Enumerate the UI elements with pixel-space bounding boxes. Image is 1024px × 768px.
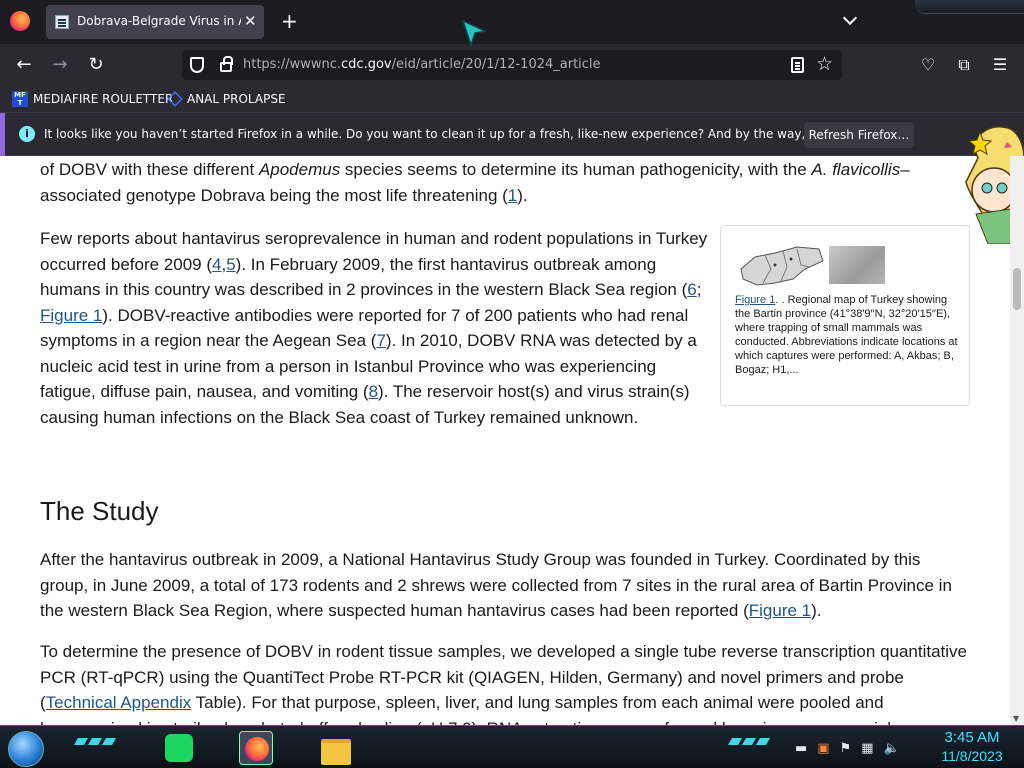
refresh-firefox-button[interactable]: Refresh Firefox… (804, 122, 914, 148)
regional-map-thumbnail[interactable] (735, 239, 827, 291)
back-arrow-icon[interactable]: ← (13, 54, 35, 76)
tray-app-icon[interactable]: ▣ (817, 741, 829, 756)
text: of DOBV with these different (40, 160, 259, 179)
page-content: of DOBV with these different Apodemus sp… (0, 156, 1010, 725)
clock-date: 11/8/2023 (941, 748, 1003, 764)
bookmark-mediafire[interactable]: MF T MEDIAFIRE ROULETTER (12, 90, 173, 108)
screen: Dobrava-Belgrade Virus in Apodemus ✕ + ←… (0, 0, 1024, 768)
system-clock[interactable]: 3:45 AM 11/8/2023 (932, 729, 1012, 765)
theme-decoration (915, 0, 1024, 14)
species-name: A. flavicollis (811, 160, 901, 179)
lock-icon[interactable] (220, 56, 233, 72)
paragraph-3: After the hantavirus outbreak in 2009, a… (40, 547, 970, 624)
menu-hamburger-icon[interactable]: ☰ (989, 54, 1011, 76)
figure-caption: Figure 1. . Regional map of Turkey showi… (735, 293, 959, 377)
url-prefix: https://wwwnc. (243, 57, 342, 72)
tracking-protection-shield-icon[interactable] (190, 57, 204, 73)
forward-arrow-icon[interactable]: → (49, 54, 71, 76)
firefox-logo-icon[interactable] (10, 11, 30, 31)
bookmark-star-icon[interactable]: ☆ (816, 53, 833, 75)
new-tab-button[interactable]: + (281, 10, 298, 32)
navigation-toolbar: ← → ↻ https://wwwnc.cdc.gov/eid/article/… (0, 44, 1024, 86)
bookmark-label: ANAL PROLAPSE (187, 92, 286, 106)
paragraph-2: Few reports about hantavirus seroprevale… (40, 226, 712, 430)
action-center-flag-icon[interactable]: ⚑ (840, 741, 852, 756)
url-path: /eid/article/20/1/12-1024_article (391, 57, 601, 72)
extensions-puzzle-icon[interactable]: ⧉ (953, 54, 975, 76)
site-favicon-icon (55, 15, 69, 29)
reference-link[interactable]: 6 (687, 280, 696, 299)
technical-appendix-link[interactable]: Technical Appendix (46, 693, 192, 712)
scrollbar-thumb[interactable] (1013, 268, 1021, 310)
start-button[interactable] (8, 731, 44, 767)
taskbar-decoration (727, 738, 771, 746)
spotify-app-icon[interactable] (162, 731, 196, 765)
url-domain: cdc.gov (341, 57, 392, 72)
reference-link[interactable]: 1 (508, 186, 517, 205)
system-tray: ▬ ▣ ⚑ ▦ 🔈 (795, 738, 925, 758)
mediafire-favicon-icon: MF T (12, 91, 28, 107)
vertical-scrollbar[interactable]: ▼ (1010, 156, 1024, 725)
reference-link[interactable]: 5 (226, 255, 235, 274)
pocket-icon[interactable]: ♡ (917, 54, 939, 76)
list-all-tabs-chevron-icon[interactable] (843, 12, 857, 26)
bookmark-label: MEDIAFIRE ROULETTER (33, 92, 174, 106)
text: ; (696, 280, 702, 299)
figure-1-card[interactable]: Figure 1. . Regional map of Turkey showi… (720, 225, 970, 406)
genus-name: Apodemus (258, 160, 341, 179)
text: ). (811, 601, 822, 620)
text: ). (517, 185, 528, 205)
volume-icon[interactable]: 🔈 (884, 741, 900, 756)
figure-link[interactable]: Figure 1 (40, 306, 102, 325)
network-icon[interactable]: ▦ (861, 741, 873, 756)
tab-strip: Dobrava-Belgrade Virus in Apodemus ✕ + (0, 0, 1024, 44)
file-explorer-icon[interactable] (318, 731, 352, 765)
paragraph-4: To determine the presence of DOBV in rod… (40, 639, 970, 725)
taskbar-decoration (73, 738, 117, 746)
bookmarks-toolbar: MF T MEDIAFIRE ROULETTER ANAL PROLAPSE (0, 86, 1024, 112)
paragraph-1: of DOBV with these different Apodemus sp… (40, 157, 970, 208)
reference-link[interactable]: 8 (369, 382, 378, 401)
clock-time: 3:45 AM (944, 729, 1000, 746)
caption-text: . . Regional map of Turkey showing the B… (735, 294, 958, 376)
tray-expand-icon[interactable]: ▬ (795, 741, 807, 756)
notification-text: It looks like you haven’t started Firefo… (44, 127, 900, 141)
tab-active[interactable]: Dobrava-Belgrade Virus in Apodemus ✕ (46, 5, 264, 39)
reader-view-icon[interactable] (791, 57, 804, 73)
address-bar[interactable]: https://wwwnc.cdc.gov/eid/article/20/1/1… (182, 50, 842, 80)
reload-icon[interactable]: ↻ (85, 54, 107, 76)
bookmark-second[interactable]: ANAL PROLAPSE (167, 90, 286, 108)
bookmark-favicon-icon (167, 91, 183, 107)
section-heading: The Study (40, 496, 159, 526)
text: species seems to determine its human pat… (340, 160, 812, 179)
turkey-map-thumbnail[interactable] (829, 246, 885, 284)
mouse-cursor-icon (461, 19, 487, 47)
figure-caption-link[interactable]: Figure 1 (735, 294, 775, 306)
figure-link[interactable]: Figure 1 (749, 601, 811, 620)
url-text[interactable]: https://wwwnc.cdc.gov/eid/article/20/1/1… (243, 57, 601, 72)
refresh-firefox-notification: i It looks like you haven’t started Fire… (0, 112, 1024, 157)
reference-link[interactable]: 7 (376, 331, 385, 350)
taskbar: ▬ ▣ ⚑ ▦ 🔈 3:45 AM 11/8/2023 (0, 725, 1024, 768)
tab-title: Dobrava-Belgrade Virus in Apodemus (77, 14, 241, 28)
tab-close-button[interactable]: ✕ (244, 12, 257, 30)
notification-accent (0, 113, 5, 157)
info-icon: i (19, 126, 35, 142)
scroll-down-arrow-icon[interactable]: ▼ (1013, 714, 1019, 723)
firefox-app-icon[interactable] (239, 731, 273, 765)
